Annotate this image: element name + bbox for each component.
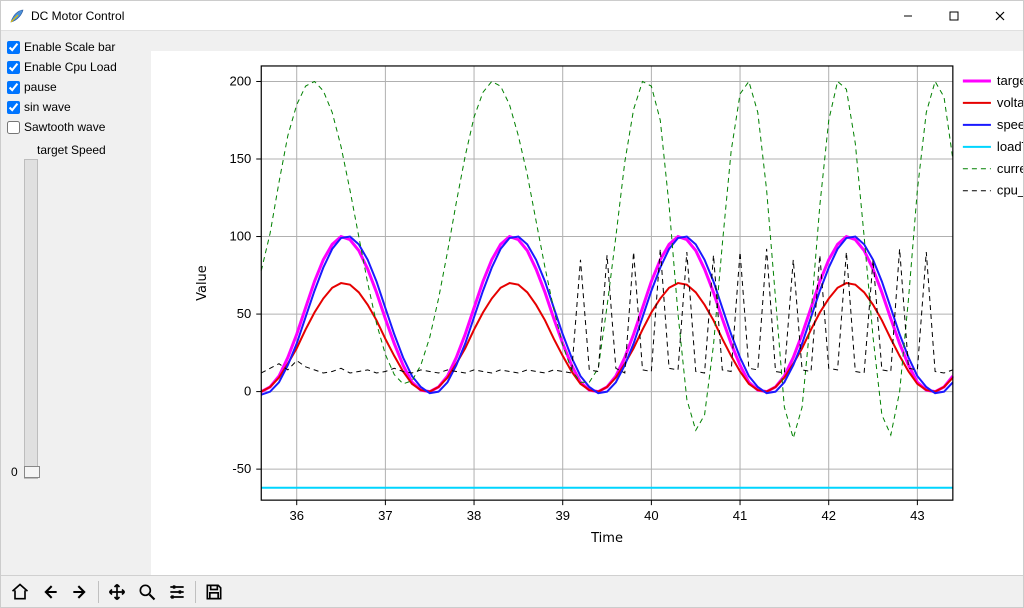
toolbar-zoom-button[interactable] — [132, 578, 162, 606]
checkbox-label: Enable Cpu Load — [24, 60, 117, 74]
checkbox-enable-cpu-load[interactable]: Enable Cpu Load — [7, 57, 145, 77]
svg-text:200: 200 — [229, 73, 251, 88]
svg-text:curren: curren — [997, 161, 1023, 176]
toolbar-separator — [195, 581, 196, 603]
slider-track[interactable] — [24, 159, 38, 479]
toolbar-separator — [98, 581, 99, 603]
home-icon — [10, 582, 30, 602]
checkbox-label: sin wave — [24, 100, 71, 114]
svg-text:-50: -50 — [232, 461, 251, 476]
svg-text:target: target — [997, 73, 1023, 88]
svg-text:41: 41 — [733, 508, 747, 523]
close-button[interactable] — [977, 1, 1023, 31]
checkbox-label: pause — [24, 80, 57, 94]
toolbar-save-button[interactable] — [199, 578, 229, 606]
svg-text:39: 39 — [555, 508, 569, 523]
plot-canvas[interactable]: 36 37 38 39 40 41 42 43 -50 0 50 100 150 200 Time Value… — [151, 51, 1023, 575]
main-area: Enable Scale bar Enable Cpu Load pause s… — [1, 31, 1023, 575]
sliders-icon — [167, 582, 187, 602]
arrow-right-icon — [70, 582, 90, 602]
titlebar: DC Motor Control — [1, 1, 1023, 31]
app-feather-icon — [9, 8, 25, 24]
sidebar: Enable Scale bar Enable Cpu Load pause s… — [1, 31, 151, 575]
svg-text:Value: Value — [195, 265, 210, 301]
toolbar-forward-button[interactable] — [65, 578, 95, 606]
toolbar-pan-button[interactable] — [102, 578, 132, 606]
save-icon — [204, 582, 224, 602]
svg-text:Time: Time — [590, 531, 623, 546]
slider-value: 0 — [11, 465, 18, 479]
minimize-button[interactable] — [885, 1, 931, 31]
move-icon — [107, 582, 127, 602]
checkbox-label: Sawtooth wave — [24, 120, 105, 134]
checkbox-pause[interactable]: pause — [7, 77, 145, 97]
arrow-left-icon — [40, 582, 60, 602]
svg-text:43: 43 — [910, 508, 924, 523]
svg-text:100: 100 — [229, 229, 251, 244]
svg-text:50: 50 — [237, 306, 251, 321]
svg-text:40: 40 — [644, 508, 658, 523]
svg-text:speed: speed — [997, 117, 1023, 132]
svg-text:42: 42 — [821, 508, 835, 523]
toolbar-home-button[interactable] — [5, 578, 35, 606]
slider-label: target Speed — [37, 143, 106, 157]
window-title: DC Motor Control — [31, 9, 124, 23]
matplotlib-toolbar — [1, 575, 1023, 607]
checkbox-input[interactable] — [7, 41, 20, 54]
checkbox-label: Enable Scale bar — [24, 40, 115, 54]
checkbox-input[interactable] — [7, 81, 20, 94]
maximize-button[interactable] — [931, 1, 977, 31]
checkbox-sin-wave[interactable]: sin wave — [7, 97, 145, 117]
slider-thumb[interactable] — [24, 466, 40, 478]
svg-text:37: 37 — [378, 508, 392, 523]
plot-pane: 36 37 38 39 40 41 42 43 -50 0 50 100 150 200 Time Value… — [151, 31, 1023, 575]
svg-text:cpu_lo: cpu_lo — [997, 183, 1023, 198]
svg-text:36: 36 — [289, 508, 303, 523]
toolbar-configure-button[interactable] — [162, 578, 192, 606]
checkbox-input[interactable] — [7, 61, 20, 74]
checkbox-input[interactable] — [7, 101, 20, 114]
svg-text:0: 0 — [244, 384, 251, 399]
svg-text:38: 38 — [467, 508, 481, 523]
checkbox-enable-scale-bar[interactable]: Enable Scale bar — [7, 37, 145, 57]
svg-text:loadTo: loadTo — [997, 139, 1023, 154]
zoom-icon — [137, 582, 157, 602]
svg-text:voltag: voltag — [997, 95, 1023, 110]
checkbox-input[interactable] — [7, 121, 20, 134]
checkbox-sawtooth-wave[interactable]: Sawtooth wave — [7, 117, 145, 137]
svg-text:150: 150 — [229, 151, 251, 166]
target-speed-slider: target Speed 0 — [11, 143, 145, 479]
toolbar-back-button[interactable] — [35, 578, 65, 606]
